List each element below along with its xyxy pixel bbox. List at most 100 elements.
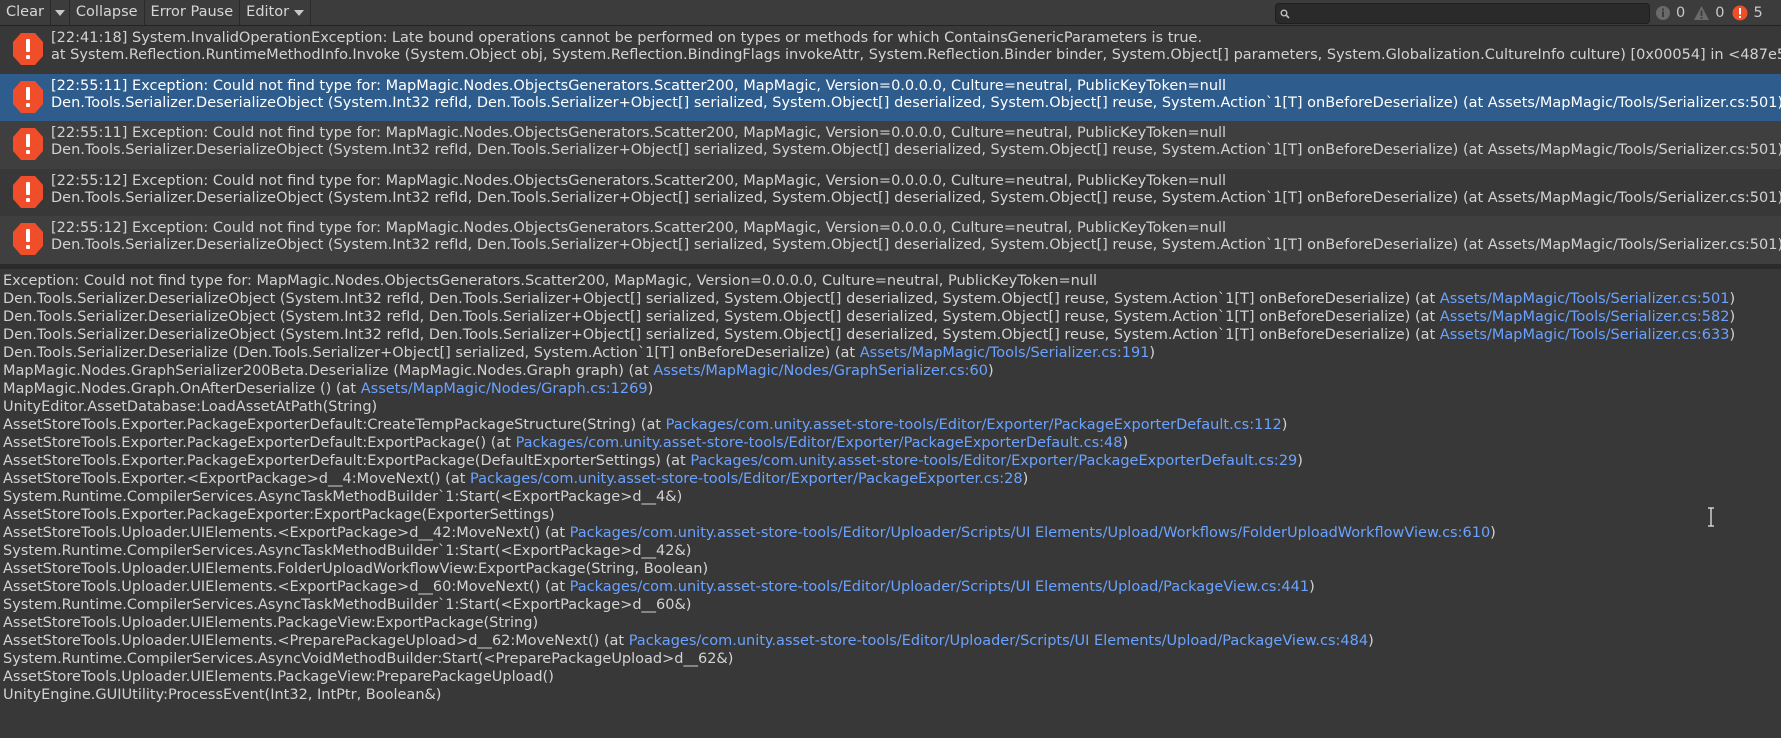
source-link[interactable]: Assets/MapMagic/Tools/Serializer.cs:501	[1440, 291, 1730, 307]
error-icon	[13, 175, 43, 208]
detail-suffix: )	[1729, 309, 1736, 325]
detail-text: AssetStoreTools.Exporter.PackageExporter…	[3, 417, 666, 433]
detail-line: Den.Tools.Serializer.Deserialize (Den.To…	[3, 344, 1778, 362]
detail-text: System.Runtime.CompilerServices.AsyncTas…	[3, 489, 683, 505]
clear-button[interactable]: Clear	[0, 0, 51, 25]
detail-line: AssetStoreTools.Uploader.UIElements.Pack…	[3, 668, 1778, 686]
warning-count: 0	[1715, 4, 1725, 21]
error-icon	[1732, 5, 1748, 20]
detail-suffix: )	[987, 363, 994, 379]
detail-text: AssetStoreTools.Exporter.PackageExporter…	[3, 453, 691, 469]
log-message: [22:55:12] Exception: Could not find typ…	[51, 172, 1227, 189]
detail-suffix: )	[1729, 327, 1736, 343]
chevron-down-icon	[294, 9, 305, 16]
detail-line: AssetStoreTools.Uploader.UIElements.Pack…	[3, 614, 1778, 632]
detail-line: Den.Tools.Serializer.DeserializeObject (…	[3, 290, 1778, 308]
detail-line: AssetStoreTools.Exporter.PackageExporter…	[3, 434, 1778, 452]
detail-line: AssetStoreTools.Exporter.PackageExporter…	[3, 452, 1778, 470]
detail-line: AssetStoreTools.Uploader.UIElements.<Exp…	[3, 578, 1778, 596]
source-link[interactable]: Packages/com.unity.asset-store-tools/Edi…	[629, 633, 1368, 649]
error-icon	[13, 223, 43, 256]
error-count: 5	[1753, 4, 1763, 21]
detail-suffix: )	[1368, 633, 1374, 649]
error-count-toggle[interactable]: 5	[1732, 4, 1763, 21]
source-link[interactable]: Packages/com.unity.asset-store-tools/Edi…	[570, 579, 1309, 595]
source-link[interactable]: Assets/MapMagic/Tools/Serializer.cs:191	[860, 345, 1150, 361]
error-icon	[13, 33, 43, 65]
log-counters: 0 0 5	[1655, 0, 1771, 25]
detail-line: Den.Tools.Serializer.DeserializeObject (…	[3, 326, 1778, 344]
detail-line: AssetStoreTools.Uploader.UIElements.<Exp…	[3, 524, 1778, 542]
pane-splitter[interactable]	[0, 264, 1781, 269]
detail-text: Den.Tools.Serializer.Deserialize (Den.To…	[3, 345, 860, 361]
info-icon	[1656, 5, 1670, 20]
search-input[interactable]	[1294, 4, 1649, 23]
detail-suffix: )	[1281, 417, 1288, 433]
detail-line: AssetStoreTools.Exporter.<ExportPackage>…	[3, 470, 1778, 488]
editor-dropdown-label: Editor	[246, 4, 290, 20]
source-link[interactable]: Packages/com.unity.asset-store-tools/Edi…	[470, 471, 1023, 487]
detail-text: Exception: Could not find type for: MapM…	[3, 273, 1098, 289]
detail-suffix: )	[1297, 453, 1303, 469]
detail-line: MapMagic.Nodes.GraphSerializer200Beta.De…	[3, 362, 1778, 380]
log-stack-line: at System.Reflection.RuntimeMethodInfo.I…	[51, 47, 1781, 63]
detail-text: AssetStoreTools.Uploader.UIElements.<Exp…	[3, 525, 570, 541]
log-entry[interactable]: [22:41:18] System.InvalidOperationExcept…	[0, 26, 1781, 74]
search-icon	[1276, 9, 1294, 19]
log-entry[interactable]: [22:55:12] Exception: Could not find typ…	[0, 169, 1781, 217]
chevron-down-icon	[54, 9, 65, 16]
source-link[interactable]: Packages/com.unity.asset-store-tools/Edi…	[516, 435, 1123, 451]
detail-text: AssetStoreTools.Exporter.<ExportPackage>…	[3, 471, 471, 487]
warning-icon	[1694, 5, 1710, 20]
source-link[interactable]: Packages/com.unity.asset-store-tools/Edi…	[570, 525, 1491, 541]
error-icon	[13, 128, 43, 161]
detail-suffix: )	[1122, 435, 1129, 451]
info-count-toggle[interactable]: 0	[1655, 5, 1685, 21]
detail-suffix: )	[1149, 345, 1156, 361]
log-entry[interactable]: [22:55:11] Exception: Could not find typ…	[0, 121, 1781, 169]
detail-text: AssetStoreTools.Uploader.UIElements.Fold…	[3, 561, 709, 577]
detail-text: Den.Tools.Serializer.DeserializeObject (…	[3, 327, 1440, 343]
info-count: 0	[1676, 4, 1686, 21]
log-entry[interactable]: [22:55:12] Exception: Could not find typ…	[0, 216, 1781, 264]
detail-line: AssetStoreTools.Exporter.PackageExporter…	[3, 506, 1778, 524]
detail-line: AssetStoreTools.Uploader.UIElements.Fold…	[3, 560, 1778, 578]
clear-options-dropdown[interactable]	[51, 0, 70, 25]
detail-line: MapMagic.Nodes.Graph.OnAfterDeserialize …	[3, 380, 1778, 398]
source-link[interactable]: Assets/MapMagic/Nodes/Graph.cs:1269	[361, 381, 648, 397]
detail-text: AssetStoreTools.Uploader.UIElements.Pack…	[3, 615, 539, 631]
detail-line: AssetStoreTools.Uploader.UIElements.<Pre…	[3, 632, 1778, 650]
editor-dropdown[interactable]: Editor	[240, 0, 312, 25]
error-pause-toggle[interactable]: Error Pause	[145, 0, 241, 25]
stack-trace-details: Exception: Could not find type for: MapM…	[3, 272, 1778, 738]
detail-text: System.Runtime.CompilerServices.AsyncTas…	[3, 597, 692, 613]
log-message: [22:55:12] Exception: Could not find typ…	[51, 220, 1227, 237]
detail-text: MapMagic.Nodes.Graph.OnAfterDeserialize …	[3, 381, 361, 397]
detail-line: System.Runtime.CompilerServices.AsyncTas…	[3, 488, 1778, 506]
warning-count-toggle[interactable]: 0	[1693, 5, 1724, 21]
console-toolbar: Clear Collapse Error Pause Editor 0 0 5	[0, 0, 1781, 26]
log-stack-line: Den.Tools.Serializer.DeserializeObject (…	[51, 94, 1781, 111]
source-link[interactable]: Packages/com.unity.asset-store-tools/Edi…	[666, 417, 1282, 433]
detail-text: Den.Tools.Serializer.DeserializeObject (…	[3, 291, 1440, 307]
detail-text: Den.Tools.Serializer.DeserializeObject (…	[3, 309, 1440, 325]
source-link[interactable]: Packages/com.unity.asset-store-tools/Edi…	[690, 453, 1297, 469]
source-link[interactable]: Assets/MapMagic/Tools/Serializer.cs:582	[1440, 309, 1730, 325]
detail-text: AssetStoreTools.Exporter.PackageExporter…	[3, 435, 516, 451]
detail-suffix: )	[647, 381, 654, 397]
log-entry-selected[interactable]: [22:55:11] Exception: Could not find typ…	[0, 73, 1781, 122]
detail-suffix: )	[1490, 525, 1496, 541]
source-link[interactable]: Assets/MapMagic/Tools/Serializer.cs:633	[1440, 327, 1730, 343]
log-message: [22:41:18] System.InvalidOperationExcept…	[51, 30, 1203, 46]
source-link[interactable]: Assets/MapMagic/Nodes/GraphSerializer.cs…	[653, 363, 988, 379]
log-list: [22:41:18] System.InvalidOperationExcept…	[0, 26, 1781, 264]
detail-text: AssetStoreTools.Uploader.UIElements.<Pre…	[3, 633, 629, 649]
log-stack-line: Den.Tools.Serializer.DeserializeObject (…	[51, 237, 1781, 254]
detail-text: System.Runtime.CompilerServices.AsyncTas…	[3, 543, 692, 559]
detail-line: AssetStoreTools.Exporter.PackageExporter…	[3, 416, 1778, 434]
log-message: [22:55:11] Exception: Could not find typ…	[51, 125, 1227, 142]
log-stack-line: Den.Tools.Serializer.DeserializeObject (…	[51, 142, 1781, 159]
collapse-toggle[interactable]: Collapse	[70, 0, 145, 25]
search-box[interactable]	[1275, 3, 1650, 24]
detail-text: UnityEditor.AssetDatabase:LoadAssetAtPat…	[3, 399, 378, 415]
